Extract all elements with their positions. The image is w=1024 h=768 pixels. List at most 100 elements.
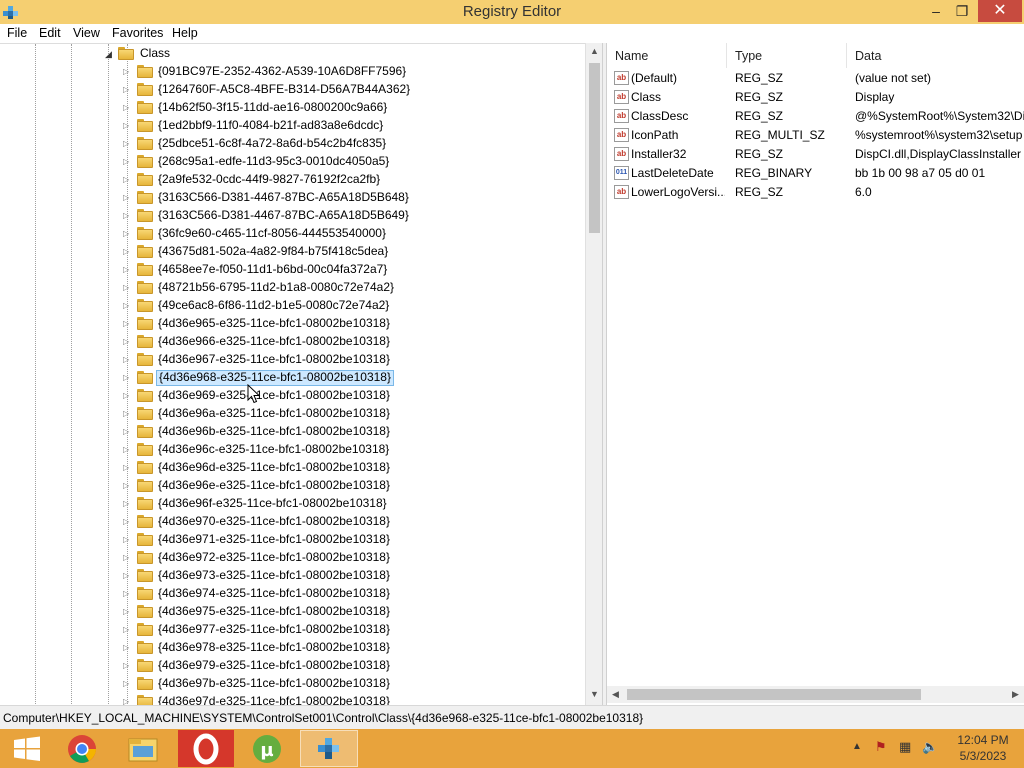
tree-node-key[interactable]: ▷ {36fc9e60-c465-11cf-8056-444553540000} xyxy=(0,225,586,243)
column-header-type[interactable]: Type xyxy=(727,43,847,68)
expand-arrow-icon[interactable]: ▷ xyxy=(123,246,133,258)
tree-node-key[interactable]: ▷ {4d36e97b-e325-11ce-bfc1-08002be10318} xyxy=(0,675,586,693)
value-row[interactable]: 011 LastDeleteDate REG_BINARY bb 1b 00 98 a… xyxy=(607,164,1024,183)
expand-arrow-icon[interactable]: ▷ xyxy=(123,156,133,168)
expand-arrow-icon[interactable]: ▷ xyxy=(123,444,133,456)
tree-node-key[interactable]: ▷ {268c95a1-edfe-11d3-95c3-0010dc4050a5} xyxy=(0,153,586,171)
minimize-button[interactable]: – xyxy=(925,0,947,22)
scroll-down-icon[interactable]: ▼ xyxy=(586,686,603,703)
tree-node-key[interactable]: ▷ {4d36e970-e325-11ce-bfc1-08002be10318} xyxy=(0,513,586,531)
expand-arrow-icon[interactable]: ▷ xyxy=(123,588,133,600)
scrollbar-thumb[interactable] xyxy=(589,63,600,233)
registry-tree-pane[interactable]: ◢ Class ▷ {091BC97E-2352-4362-A539-10A6D8… xyxy=(0,43,602,705)
expand-arrow-icon[interactable]: ▷ xyxy=(123,498,133,510)
expand-arrow-icon[interactable]: ▷ xyxy=(123,264,133,276)
expand-arrow-icon[interactable]: ▷ xyxy=(123,120,133,132)
maximize-button[interactable]: ❐ xyxy=(950,0,974,22)
file-explorer-icon[interactable] xyxy=(114,730,172,767)
close-button[interactable]: ✕ xyxy=(978,0,1022,22)
expand-arrow-icon[interactable]: ▷ xyxy=(123,552,133,564)
utorrent-icon[interactable]: µ xyxy=(238,730,296,767)
network-icon[interactable]: ▦ xyxy=(899,739,911,755)
expand-arrow-icon[interactable]: ▷ xyxy=(123,174,133,186)
expand-arrow-icon[interactable]: ▷ xyxy=(123,570,133,582)
value-row[interactable]: ab (Default) REG_SZ (value not set) xyxy=(607,69,1024,88)
expand-arrow-icon[interactable]: ▷ xyxy=(123,192,133,204)
tree-node-key[interactable]: ▷ {1ed2bbf9-11f0-4084-b21f-ad83a8e6dcdc} xyxy=(0,117,586,135)
menu-view[interactable]: View xyxy=(73,26,100,40)
expand-arrow-icon[interactable]: ▷ xyxy=(123,66,133,78)
menu-file[interactable]: File xyxy=(7,26,27,40)
scroll-right-icon[interactable]: ▶ xyxy=(1007,686,1024,703)
menu-favorites[interactable]: Favorites xyxy=(112,26,163,40)
value-row[interactable]: ab Class REG_SZ Display xyxy=(607,88,1024,107)
value-row[interactable]: ab LowerLogoVersi... REG_SZ 6.0 xyxy=(607,183,1024,202)
tree-node-key[interactable]: ▷ {091BC97E-2352-4362-A539-10A6D8FF7596} xyxy=(0,63,586,81)
tree-node-key[interactable]: ▷ {4d36e966-e325-11ce-bfc1-08002be10318} xyxy=(0,333,586,351)
tree-node-key[interactable]: ▷ {4d36e978-e325-11ce-bfc1-08002be10318} xyxy=(0,639,586,657)
expand-arrow-icon[interactable]: ▷ xyxy=(123,480,133,492)
expand-arrow-icon[interactable]: ▷ xyxy=(123,228,133,240)
regedit-icon[interactable] xyxy=(300,730,358,767)
value-row[interactable]: ab ClassDesc REG_SZ @%SystemRoot%\System32\… xyxy=(607,107,1024,126)
tree-node-key[interactable]: ▷ {3163C566-D381-4467-87BC-A65A18D5B648} xyxy=(0,189,586,207)
tree-node-key[interactable]: ▷ {25dbce51-6c8f-4a72-8a6d-b54c2b4fc835} xyxy=(0,135,586,153)
tree-node-key[interactable]: ▷ {4d36e968-e325-11ce-bfc1-08002be10318} xyxy=(0,369,586,387)
tree-node-key[interactable]: ▷ {43675d81-502a-4a82-9f84-b75f418c5dea} xyxy=(0,243,586,261)
expand-arrow-icon[interactable]: ▷ xyxy=(123,318,133,330)
tree-node-key[interactable]: ▷ {4d36e965-e325-11ce-bfc1-08002be10318} xyxy=(0,315,586,333)
tree-node-key[interactable]: ▷ {4d36e96f-e325-11ce-bfc1-08002be10318} xyxy=(0,495,586,513)
expand-arrow-icon[interactable]: ▷ xyxy=(123,390,133,402)
expand-arrow-icon[interactable]: ▷ xyxy=(123,336,133,348)
expand-arrow-icon[interactable]: ▷ xyxy=(123,210,133,222)
clock[interactable]: 12:04 PM 5/3/2023 xyxy=(950,732,1016,764)
values-horizontal-scrollbar[interactable]: ◀ ▶ xyxy=(607,686,1024,703)
tree-node-key[interactable]: ▷ {4d36e974-e325-11ce-bfc1-08002be10318} xyxy=(0,585,586,603)
tree-node-key[interactable]: ▷ {4d36e975-e325-11ce-bfc1-08002be10318} xyxy=(0,603,586,621)
action-center-flag-icon[interactable]: ⚑ xyxy=(875,739,887,755)
tree-node-key[interactable]: ▷ {4d36e972-e325-11ce-bfc1-08002be10318} xyxy=(0,549,586,567)
expand-arrow-icon[interactable]: ▷ xyxy=(123,660,133,672)
expand-arrow-icon[interactable]: ▷ xyxy=(123,606,133,618)
expand-arrow-icon[interactable]: ▷ xyxy=(123,102,133,114)
scroll-left-icon[interactable]: ◀ xyxy=(607,686,624,703)
expand-arrow-icon[interactable]: ▷ xyxy=(123,282,133,294)
tree-node-key[interactable]: ▷ {48721b56-6795-11d2-b1a8-0080c72e74a2} xyxy=(0,279,586,297)
expand-arrow-icon[interactable]: ▷ xyxy=(123,426,133,438)
expand-arrow-icon[interactable]: ▷ xyxy=(123,354,133,366)
value-row[interactable]: ab IconPath REG_MULTI_SZ %systemroot%\syste… xyxy=(607,126,1024,145)
tree-vertical-scrollbar[interactable]: ▲ ▼ xyxy=(585,43,602,705)
expand-arrow-icon[interactable]: ▷ xyxy=(123,516,133,528)
expand-arrow-icon[interactable]: ▷ xyxy=(123,408,133,420)
value-row[interactable]: ab Installer32 REG_SZ DispCI.dll,DisplayCla… xyxy=(607,145,1024,164)
scroll-up-icon[interactable]: ▲ xyxy=(586,43,603,60)
expand-arrow-icon[interactable]: ▷ xyxy=(123,138,133,150)
tree-node-key[interactable]: ▷ {4d36e969-e325-11ce-bfc1-08002be10318} xyxy=(0,387,586,405)
expand-arrow-icon[interactable]: ▷ xyxy=(123,462,133,474)
tree-node-key[interactable]: ▷ {4d36e97d-e325-11ce-bfc1-08002be10318} xyxy=(0,693,586,705)
tree-node-key[interactable]: ▷ {3163C566-D381-4467-87BC-A65A18D5B649} xyxy=(0,207,586,225)
tree-node-key[interactable]: ▷ {4d36e96d-e325-11ce-bfc1-08002be10318} xyxy=(0,459,586,477)
tree-node-key[interactable]: ▷ {4d36e971-e325-11ce-bfc1-08002be10318} xyxy=(0,531,586,549)
tree-node-key[interactable]: ▷ {2a9fe532-0cdc-44f9-9827-76192f2ca2fb} xyxy=(0,171,586,189)
tree-node-key[interactable]: ▷ {4658ee7e-f050-11d1-b6bd-00c04fa372a7} xyxy=(0,261,586,279)
expand-arrow-icon[interactable]: ▷ xyxy=(123,678,133,690)
column-header-data[interactable]: Data xyxy=(847,43,1024,68)
expand-arrow-icon[interactable]: ▷ xyxy=(123,84,133,96)
registry-values-pane[interactable]: Name Type Data ab (Default) REG_SZ (value n… xyxy=(607,43,1024,705)
tree-node-key[interactable]: ▷ {4d36e973-e325-11ce-bfc1-08002be10318} xyxy=(0,567,586,585)
tree-node-key[interactable]: ▷ {14b62f50-3f15-11dd-ae16-0800200c9a66} xyxy=(0,99,586,117)
tree-node-key[interactable]: ▷ {4d36e96e-e325-11ce-bfc1-08002be10318} xyxy=(0,477,586,495)
title-bar[interactable]: Registry Editor – ❐ ✕ xyxy=(0,0,1024,24)
expand-arrow-icon[interactable]: ▷ xyxy=(123,372,133,384)
menu-help[interactable]: Help xyxy=(172,26,198,40)
expand-arrow-icon[interactable]: ▷ xyxy=(123,642,133,654)
collapse-arrow-icon[interactable]: ◢ xyxy=(105,48,115,60)
tree-node-key[interactable]: ▷ {4d36e96c-e325-11ce-bfc1-08002be10318} xyxy=(0,441,586,459)
show-hidden-icons-icon[interactable]: ▲ xyxy=(852,741,862,752)
expand-arrow-icon[interactable]: ▷ xyxy=(123,534,133,546)
tree-node-class[interactable]: ◢ Class xyxy=(0,45,586,63)
tree-node-key[interactable]: ▷ {4d36e967-e325-11ce-bfc1-08002be10318} xyxy=(0,351,586,369)
tree-node-key[interactable]: ▷ {4d36e977-e325-11ce-bfc1-08002be10318} xyxy=(0,621,586,639)
chrome-icon[interactable] xyxy=(53,730,111,767)
